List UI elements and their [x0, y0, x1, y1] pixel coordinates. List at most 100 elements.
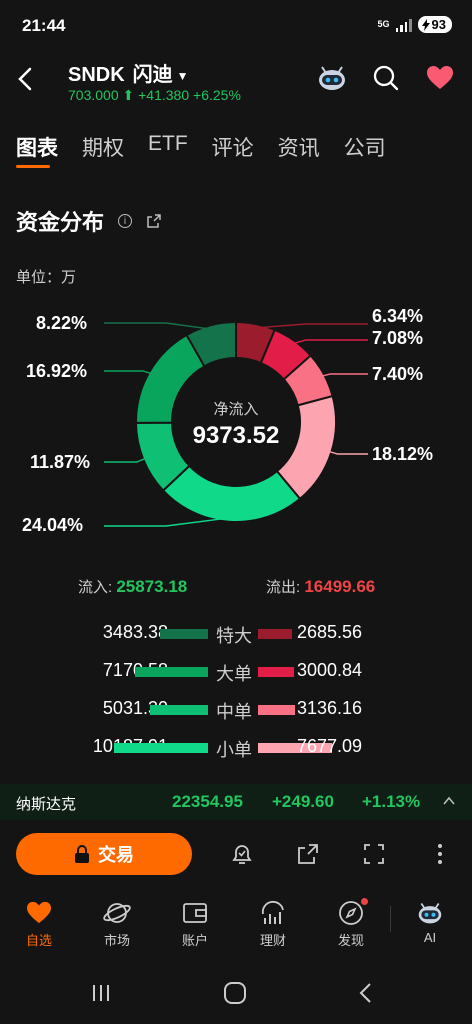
inflow-amount: 3483.38	[102, 622, 168, 642]
inflow-bar	[150, 705, 208, 715]
notification-dot	[361, 898, 368, 905]
flow-row: 3483.38 特大 2685.56	[0, 620, 472, 646]
header-actions	[316, 62, 456, 94]
share-icon	[298, 844, 318, 864]
nav-label: 发现	[337, 933, 364, 948]
pct-label-out-super: 6.34%	[372, 306, 424, 326]
outflow-value: 16499.66	[304, 577, 376, 596]
fund-distribution-chart: 净流入 9373.52 8.22% 16.92% 11.87% 24.04% 6…	[0, 300, 472, 550]
nav-label: 理财	[259, 933, 286, 948]
order-size-label: 中单	[216, 702, 252, 722]
nav-discover[interactable]: 发现	[312, 896, 390, 960]
outflow-amount: 3000.84	[297, 660, 363, 680]
trade-label: 交易	[98, 845, 134, 865]
search-button[interactable]	[370, 62, 402, 94]
stock-change-pct: +6.25%	[193, 87, 241, 103]
inflow-total: 流入: 25873.18	[78, 576, 187, 597]
nav-market[interactable]: 市场	[78, 896, 156, 960]
share-button[interactable]	[292, 838, 324, 870]
trade-button[interactable]: 交易	[16, 833, 192, 875]
outflow-amount: 2685.56	[297, 622, 363, 642]
back-button[interactable]	[14, 64, 38, 94]
status-time: 21:44	[22, 16, 66, 35]
pct-label-out-large: 7.08%	[372, 328, 424, 348]
tab-etf[interactable]: ETF	[148, 132, 188, 162]
inflow-label: 流入:	[78, 579, 113, 596]
outflow-bar	[258, 705, 295, 715]
heart-icon	[27, 901, 51, 924]
lock-icon	[75, 845, 89, 863]
flow-row: 10187.91小单7677.09	[0, 734, 472, 760]
up-arrow-icon: ⬆	[122, 87, 135, 103]
bottom-nav: 自选 市场 账户 理财 发现 AI	[0, 896, 472, 960]
home-icon[interactable]	[222, 980, 248, 1006]
nav-ai[interactable]: AI	[391, 896, 469, 960]
outflow-amount: 3136.16	[297, 698, 363, 718]
stock-name: 闪迪	[132, 64, 173, 86]
inflow-bar	[114, 743, 208, 753]
net-inflow-label: 净流入	[213, 401, 259, 418]
alert-button[interactable]	[226, 838, 258, 870]
inflow-bar	[135, 667, 208, 677]
robot-icon	[418, 902, 442, 924]
info-icon[interactable]: i	[118, 214, 133, 228]
pct-label-in-super: 8.22%	[36, 313, 88, 333]
robot-assistant-button[interactable]	[316, 62, 348, 94]
tab-company[interactable]: 公司	[344, 132, 386, 162]
battery-level: 93	[431, 17, 446, 32]
back-icon[interactable]	[356, 981, 376, 1005]
index-change-pct: +1.13%	[362, 792, 421, 811]
order-size-label: 小单	[216, 740, 252, 760]
status-bar: 21:44 5G 93	[0, 0, 472, 52]
index-name: 纳斯达克	[16, 796, 77, 813]
index-change: +249.60	[272, 792, 334, 811]
stock-header: SNDK 闪迪 ▼ 703.000 ⬆ +41.380 +6.25%	[0, 52, 472, 112]
section-title: 资金分布	[16, 210, 105, 235]
pct-label-in-large: 16.92%	[26, 361, 88, 381]
pct-label-out-small: 18.12%	[372, 444, 434, 464]
index-ticker[interactable]: 纳斯达克 22354.95 +249.60 +1.13%	[0, 784, 472, 820]
more-vertical-icon	[438, 844, 442, 864]
inflow-bar	[160, 629, 208, 639]
recent-apps-icon[interactable]	[90, 982, 112, 1004]
nav-watchlist[interactable]: 自选	[0, 896, 78, 960]
wealth-chart-icon	[261, 900, 284, 924]
nav-account[interactable]: 账户	[156, 896, 234, 960]
share-icon[interactable]	[146, 213, 162, 229]
action-icons	[226, 838, 456, 870]
outflow-amount: 7677.09	[297, 736, 363, 756]
chevron-up-icon[interactable]	[442, 794, 456, 808]
nav-label: AI	[423, 930, 437, 945]
nav-label: 自选	[25, 933, 52, 948]
tab-chart[interactable]: 图表	[16, 132, 58, 168]
stock-price: 703.000	[68, 87, 119, 103]
heart-icon	[427, 66, 453, 89]
stock-title[interactable]: SNDK 闪迪 ▼	[68, 58, 189, 87]
stock-change: +41.380	[138, 87, 190, 103]
leader-line	[104, 322, 212, 330]
flow-row: 7170.58大单3000.84	[0, 658, 472, 684]
favorite-button[interactable]	[424, 62, 456, 94]
charging-icon	[421, 18, 430, 31]
pct-label-in-medium: 11.87%	[30, 452, 91, 472]
tab-bar: 图表 期权 ETF 评论 资讯 公司	[16, 132, 386, 168]
tab-news[interactable]: 资讯	[278, 132, 320, 162]
outflow-bar	[258, 667, 294, 677]
fullscreen-button[interactable]	[358, 838, 390, 870]
tab-options[interactable]: 期权	[82, 132, 124, 162]
compass-icon	[339, 901, 363, 925]
signal-icon	[395, 18, 412, 32]
leader-line	[291, 339, 368, 345]
leader-line	[254, 323, 368, 329]
robot-icon	[319, 66, 345, 90]
section-header: 资金分布 i	[16, 205, 162, 237]
bell-check-icon	[232, 845, 252, 864]
nav-label: 账户	[181, 933, 208, 948]
donut-segment	[161, 464, 302, 523]
nav-wealth[interactable]: 理财	[234, 896, 312, 960]
planet-icon	[103, 903, 131, 923]
more-button[interactable]	[424, 838, 456, 870]
tab-comments[interactable]: 评论	[212, 132, 254, 162]
search-icon	[373, 65, 399, 91]
wallet-icon	[183, 903, 207, 923]
